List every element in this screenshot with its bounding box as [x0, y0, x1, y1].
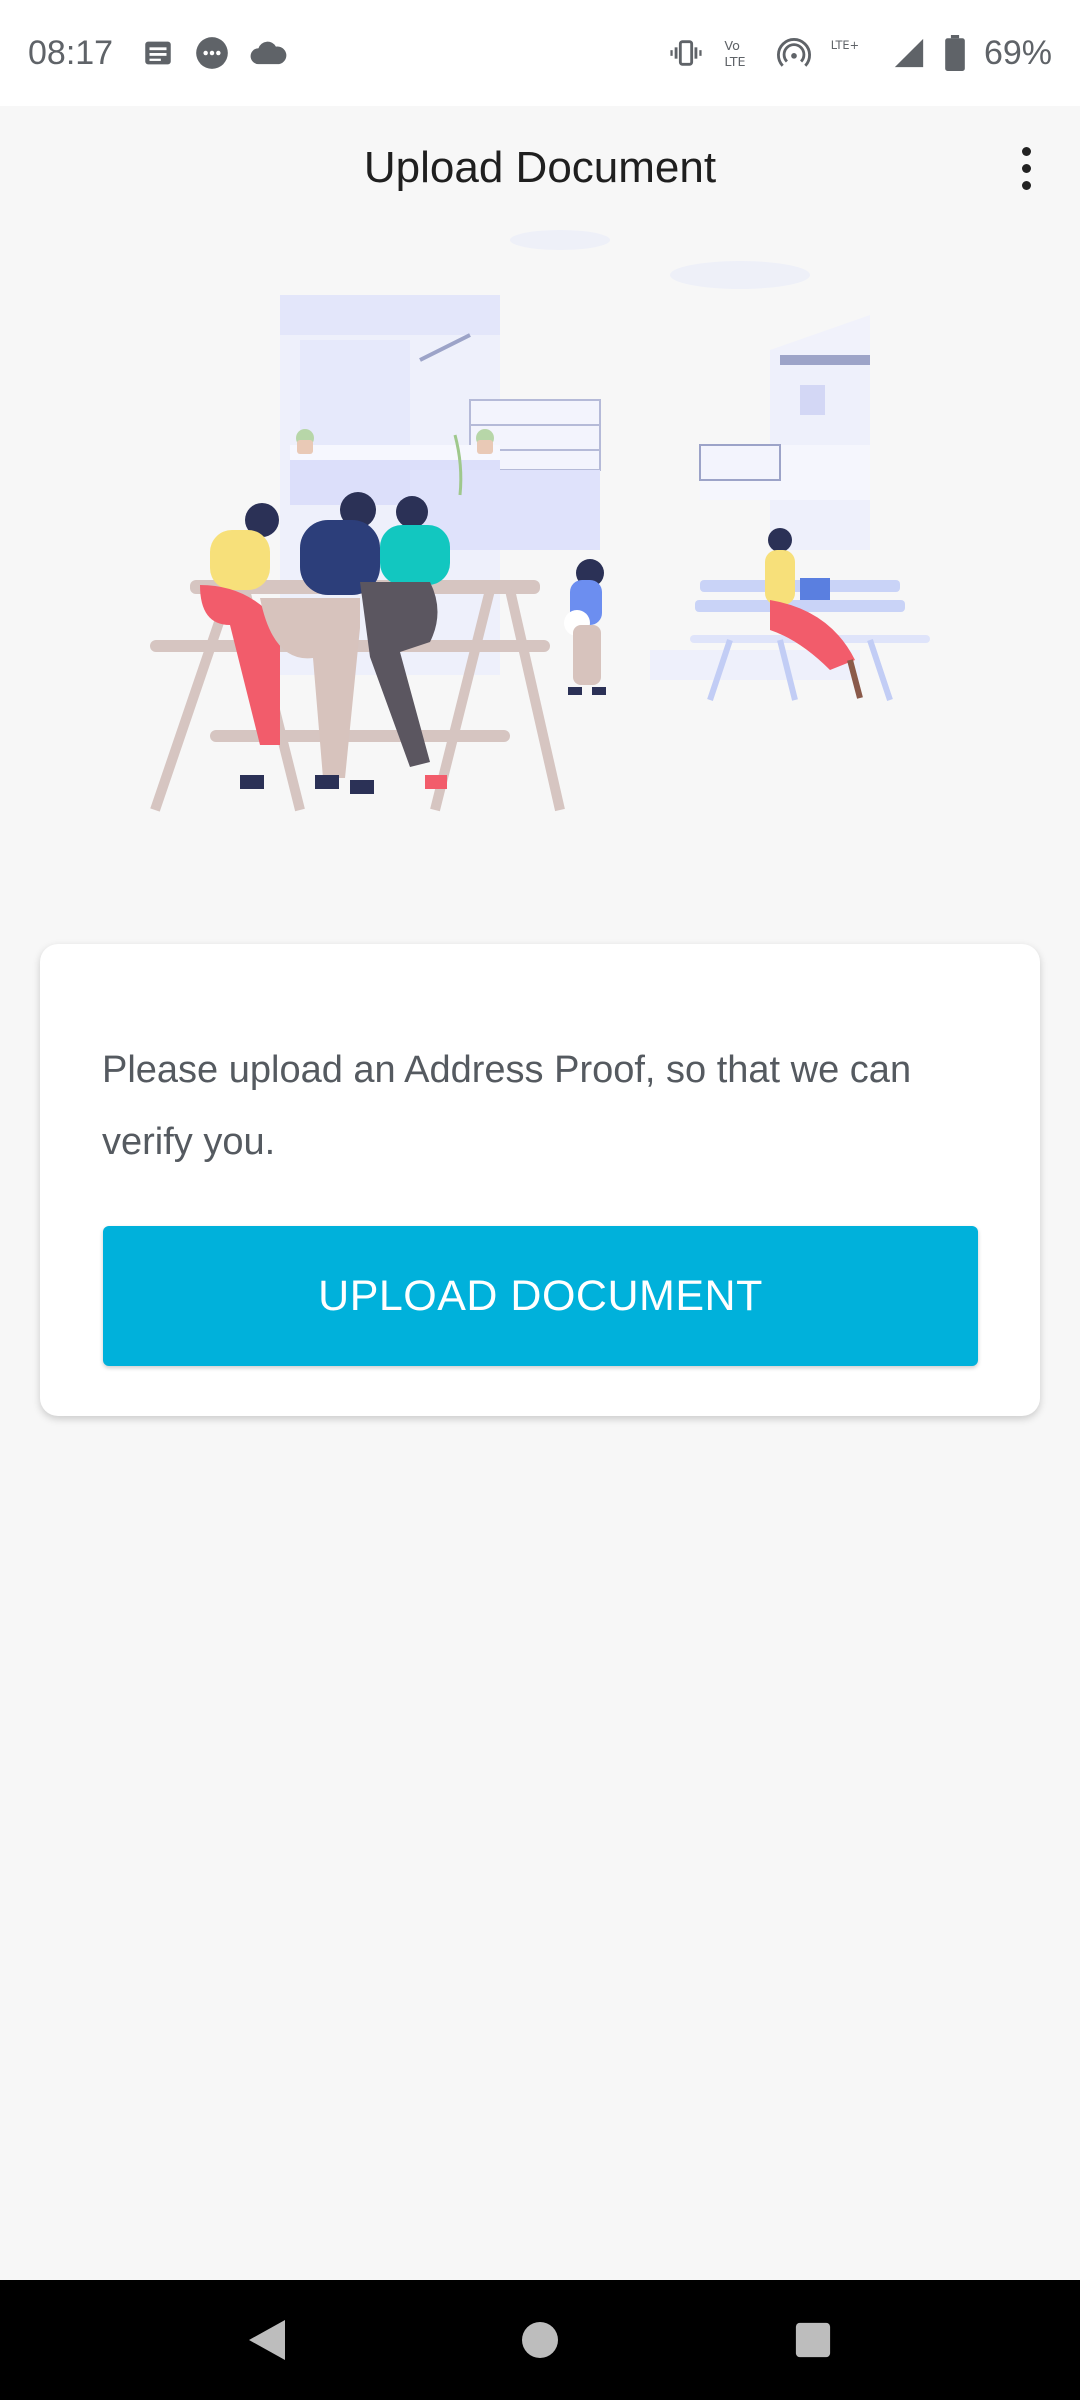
svg-text:LTE: LTE	[724, 55, 745, 70]
volte-icon: Vo LTE	[722, 36, 758, 70]
status-left: 08:17	[28, 34, 287, 73]
overflow-dot-icon	[1021, 180, 1031, 190]
upload-document-button[interactable]: UPLOAD DOCUMENT	[103, 1226, 978, 1366]
chat-bubble-icon	[193, 34, 231, 72]
back-icon	[248, 2320, 285, 2360]
overflow-menu-button[interactable]	[994, 132, 1058, 204]
app-bar: Upload Document	[0, 106, 1080, 230]
home-button[interactable]	[500, 2300, 580, 2380]
hotspot-icon	[776, 36, 812, 70]
overflow-dot-icon	[1021, 146, 1031, 156]
people-at-table-illustration	[150, 230, 930, 812]
home-icon	[521, 2322, 558, 2358]
cloud-icon	[249, 38, 287, 68]
status-right: Vo LTE LTE+ 69%	[668, 34, 1052, 73]
upload-card: Please upload an Address Proof, so that …	[40, 944, 1040, 1416]
battery-icon	[944, 35, 966, 71]
address-proof-message: Please upload an Address Proof, so that …	[102, 1049, 912, 1163]
vibrate-icon	[668, 36, 704, 70]
back-button[interactable]	[227, 2300, 307, 2380]
signal-icon	[892, 36, 926, 70]
battery-percent: 69%	[983, 33, 1052, 72]
recents-button[interactable]	[773, 2300, 853, 2380]
lte-plus-icon: LTE+	[830, 36, 874, 70]
status-bar: 08:17 Vo LTE LTE+ 69%	[0, 0, 1080, 106]
page-title: Upload Document	[363, 143, 717, 192]
recents-icon	[796, 2322, 831, 2358]
notes-icon	[141, 36, 175, 70]
svg-text:LTE+: LTE+	[831, 38, 859, 52]
status-time: 08:17	[28, 33, 114, 72]
overflow-dot-icon	[1021, 163, 1031, 173]
hero-illustration	[90, 220, 990, 850]
svg-text:Vo: Vo	[724, 39, 740, 54]
navigation-bar	[0, 2280, 1080, 2400]
